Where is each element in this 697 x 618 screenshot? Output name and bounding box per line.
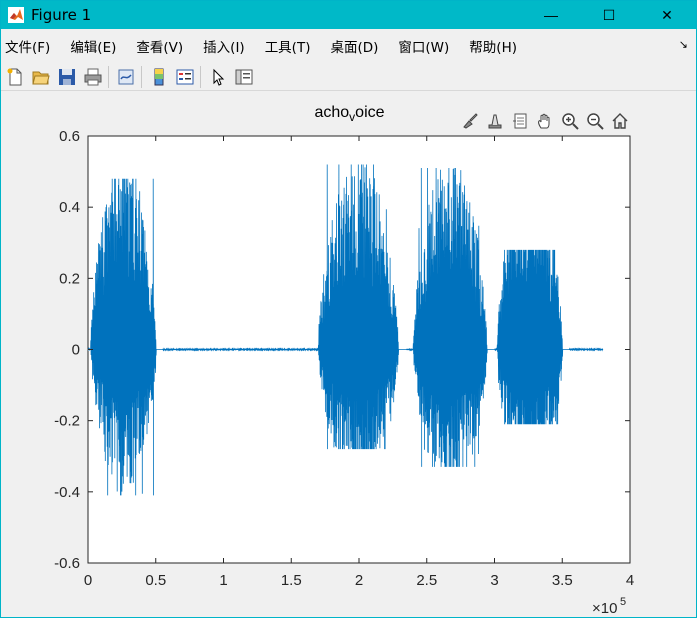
y-tick-label: 0.4 — [59, 199, 80, 216]
y-tick-label: 0.6 — [59, 128, 80, 145]
x-tick-label: 4 — [626, 572, 634, 589]
x-tick-label: 1.5 — [281, 572, 302, 589]
waveform-plot: 0 0.5 1 1.5 2 2.5 3 3.5 40.60.40.20-0.2-0.4-0.6 … — [54, 128, 634, 617]
y-tick-label: 0 — [72, 342, 80, 359]
x-tick-label: 0.5 — [145, 572, 166, 589]
x-tick-label: 2.5 — [416, 572, 437, 589]
y-tick-label: -0.6 — [54, 555, 80, 572]
x-tick-label: 0 — [84, 572, 92, 589]
x-exponent-power: 5 — [620, 596, 626, 608]
x-tick-label: 3.5 — [552, 572, 573, 589]
x-tick-label: 2 — [355, 572, 363, 589]
figure-window: Figure 1 — ☐ ✕ 文件(F) 编辑(E) 查看(V) 插入(I) 工… — [0, 0, 697, 618]
y-tick-label: -0.4 — [54, 484, 80, 501]
x-exponent-label: ×10 — [592, 600, 617, 617]
x-tick-label: 3 — [490, 572, 498, 589]
x-tick-label: 1 — [219, 572, 227, 589]
y-tick-label: 0.2 — [59, 270, 80, 287]
y-tick-label: -0.2 — [54, 413, 80, 430]
